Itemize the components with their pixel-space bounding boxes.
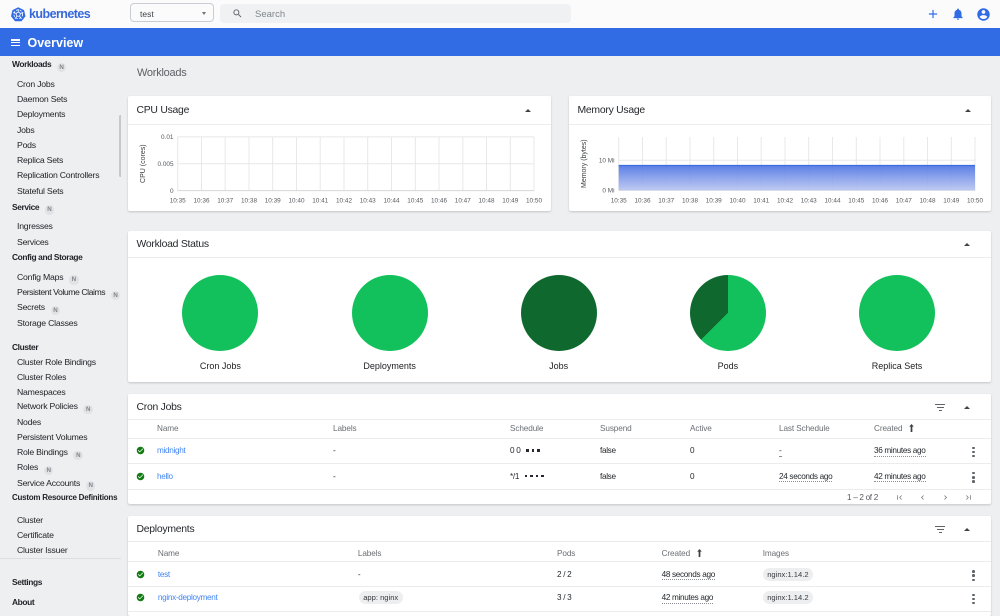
svg-text:10:48: 10:48 [479,198,495,205]
svg-text:10:43: 10:43 [801,198,817,205]
svg-text:10 Mi: 10 Mi [599,158,615,165]
svg-text:10:35: 10:35 [170,198,186,205]
svg-text:10:44: 10:44 [825,198,841,205]
svg-text:10:45: 10:45 [848,198,864,205]
svg-text:0.005: 0.005 [158,161,174,168]
svg-text:10:42: 10:42 [336,198,352,205]
svg-text:10:42: 10:42 [777,198,793,205]
svg-text:0 Mi: 0 Mi [602,188,614,195]
svg-text:10:35: 10:35 [611,198,627,205]
svg-text:10:36: 10:36 [194,198,210,205]
svg-text:10:37: 10:37 [658,198,674,205]
svg-text:10:46: 10:46 [872,198,888,205]
svg-text:10:47: 10:47 [455,198,471,205]
svg-text:10:39: 10:39 [706,198,722,205]
svg-text:10:45: 10:45 [407,198,423,205]
svg-text:Memory (bytes): Memory (bytes) [581,139,588,188]
svg-text:10:44: 10:44 [384,198,400,205]
svg-text:10:48: 10:48 [920,198,936,205]
svg-text:10:43: 10:43 [360,198,376,205]
svg-text:10:38: 10:38 [682,198,698,205]
svg-text:10:39: 10:39 [265,198,281,205]
svg-text:10:50: 10:50 [967,198,983,205]
svg-text:10:37: 10:37 [217,198,233,205]
svg-text:10:38: 10:38 [241,198,257,205]
svg-text:10:50: 10:50 [526,198,542,205]
svg-text:CPU (cores): CPU (cores) [140,144,147,183]
svg-text:10:46: 10:46 [431,198,447,205]
svg-text:0: 0 [170,188,174,195]
svg-text:10:40: 10:40 [730,198,746,205]
svg-text:10:40: 10:40 [289,198,305,205]
svg-text:10:49: 10:49 [943,198,959,205]
svg-text:10:47: 10:47 [896,198,912,205]
svg-text:10:49: 10:49 [502,198,518,205]
svg-text:10:41: 10:41 [753,198,769,205]
svg-text:10:36: 10:36 [635,198,651,205]
svg-text:10:41: 10:41 [312,198,328,205]
svg-text:0.01: 0.01 [161,134,174,141]
